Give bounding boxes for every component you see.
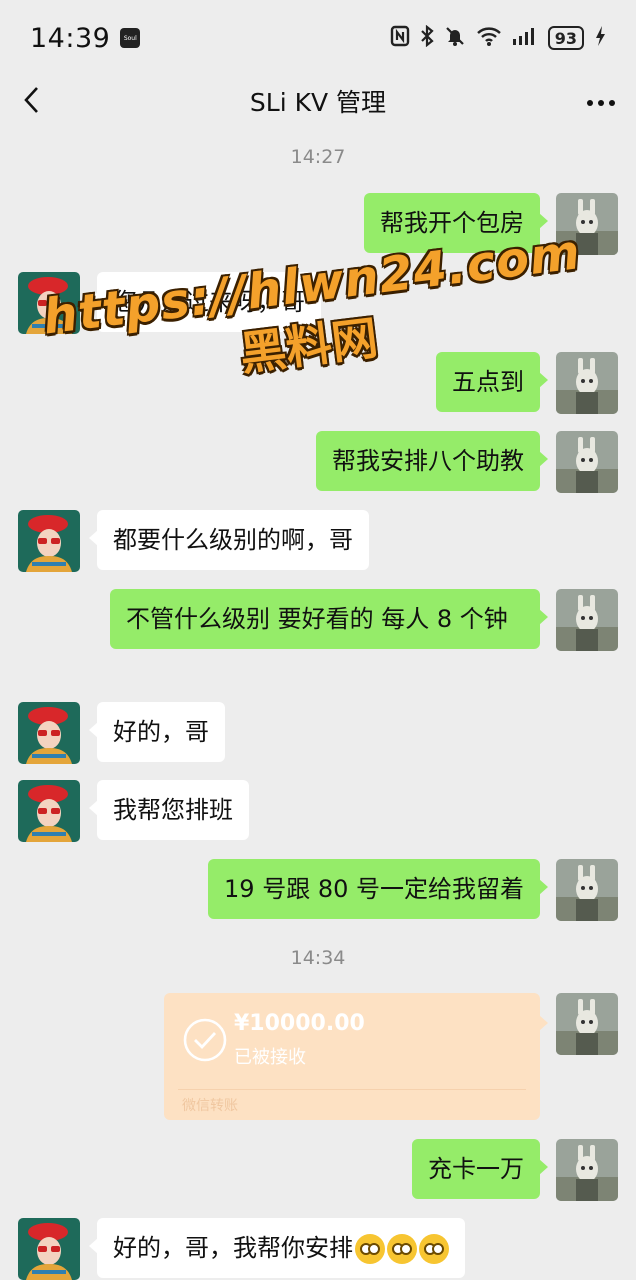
message-bubble-received[interactable]: 我帮您排班 — [89, 780, 249, 840]
battery-indicator: 93 — [547, 26, 584, 50]
transfer-label: 微信转账 — [182, 1098, 238, 1114]
message-text: 好的，哥，我帮你安排 — [113, 1234, 353, 1262]
chat-title: SLi KV 管理 — [249, 88, 387, 117]
contact-avatar[interactable] — [18, 272, 80, 334]
chat-header: SLi KV 管理 — [0, 76, 636, 126]
contact-avatar[interactable] — [18, 510, 80, 572]
bluetooth-icon — [420, 24, 434, 52]
message-bubble-sent[interactable]: 五点到 — [436, 352, 548, 412]
my-avatar[interactable] — [556, 1139, 618, 1201]
message-timestamp: 14:27 — [290, 146, 346, 168]
emoji-icon — [419, 1234, 449, 1264]
my-avatar[interactable] — [556, 431, 618, 493]
message-timestamp: 14:34 — [290, 947, 346, 969]
nfc-icon — [390, 25, 410, 52]
message-bubble-received[interactable]: 好的，哥，我帮你安排 — [89, 1218, 465, 1278]
contact-avatar[interactable] — [18, 702, 80, 764]
mute-icon — [444, 25, 466, 52]
contact-avatar[interactable] — [18, 1218, 80, 1280]
contact-avatar[interactable] — [18, 780, 80, 842]
chevron-left-icon — [24, 87, 38, 113]
transfer-divider — [178, 1089, 526, 1090]
my-avatar[interactable] — [556, 589, 618, 651]
more-options-button[interactable] — [586, 80, 616, 116]
back-button[interactable] — [14, 82, 50, 118]
check-circle-icon — [183, 1018, 227, 1062]
wechat-transfer-card[interactable]: ¥10000.00 已被接收 微信转账 — [164, 993, 548, 1120]
status-time: 14:39 — [30, 22, 111, 54]
transfer-amount: ¥10000.00 — [234, 1011, 365, 1036]
message-bubble-sent[interactable]: 帮我安排八个助教 — [316, 431, 548, 491]
message-bubble-sent[interactable]: 帮我开个包房 — [364, 193, 548, 253]
status-bar: 14:39 Soul 93 — [0, 0, 636, 76]
soul-app-icon: Soul — [120, 28, 141, 48]
emoji-icon — [355, 1234, 385, 1264]
my-avatar[interactable] — [556, 993, 618, 1055]
status-icons: 93 — [390, 24, 606, 52]
more-icon — [587, 100, 615, 106]
my-avatar[interactable] — [556, 352, 618, 414]
message-bubble-received[interactable]: 您几点过来呀，哥 — [89, 272, 321, 332]
my-avatar[interactable] — [556, 193, 618, 255]
wifi-icon — [476, 25, 502, 52]
my-avatar[interactable] — [556, 859, 618, 921]
message-bubble-received[interactable]: 好的，哥 — [89, 702, 225, 762]
message-bubble-sent[interactable]: 不管什么级别 要好看的 每人 8 个钟 — [110, 589, 548, 649]
emoji-icon — [387, 1234, 417, 1264]
message-bubble-sent[interactable]: 19 号跟 80 号一定给我留着 — [208, 859, 548, 919]
charging-icon — [594, 25, 606, 52]
message-bubble-sent[interactable]: 充卡一万 — [412, 1139, 548, 1199]
signal-icon — [512, 26, 538, 51]
transfer-status: 已被接收 — [234, 1047, 306, 1068]
message-bubble-received[interactable]: 都要什么级别的啊，哥 — [89, 510, 369, 570]
